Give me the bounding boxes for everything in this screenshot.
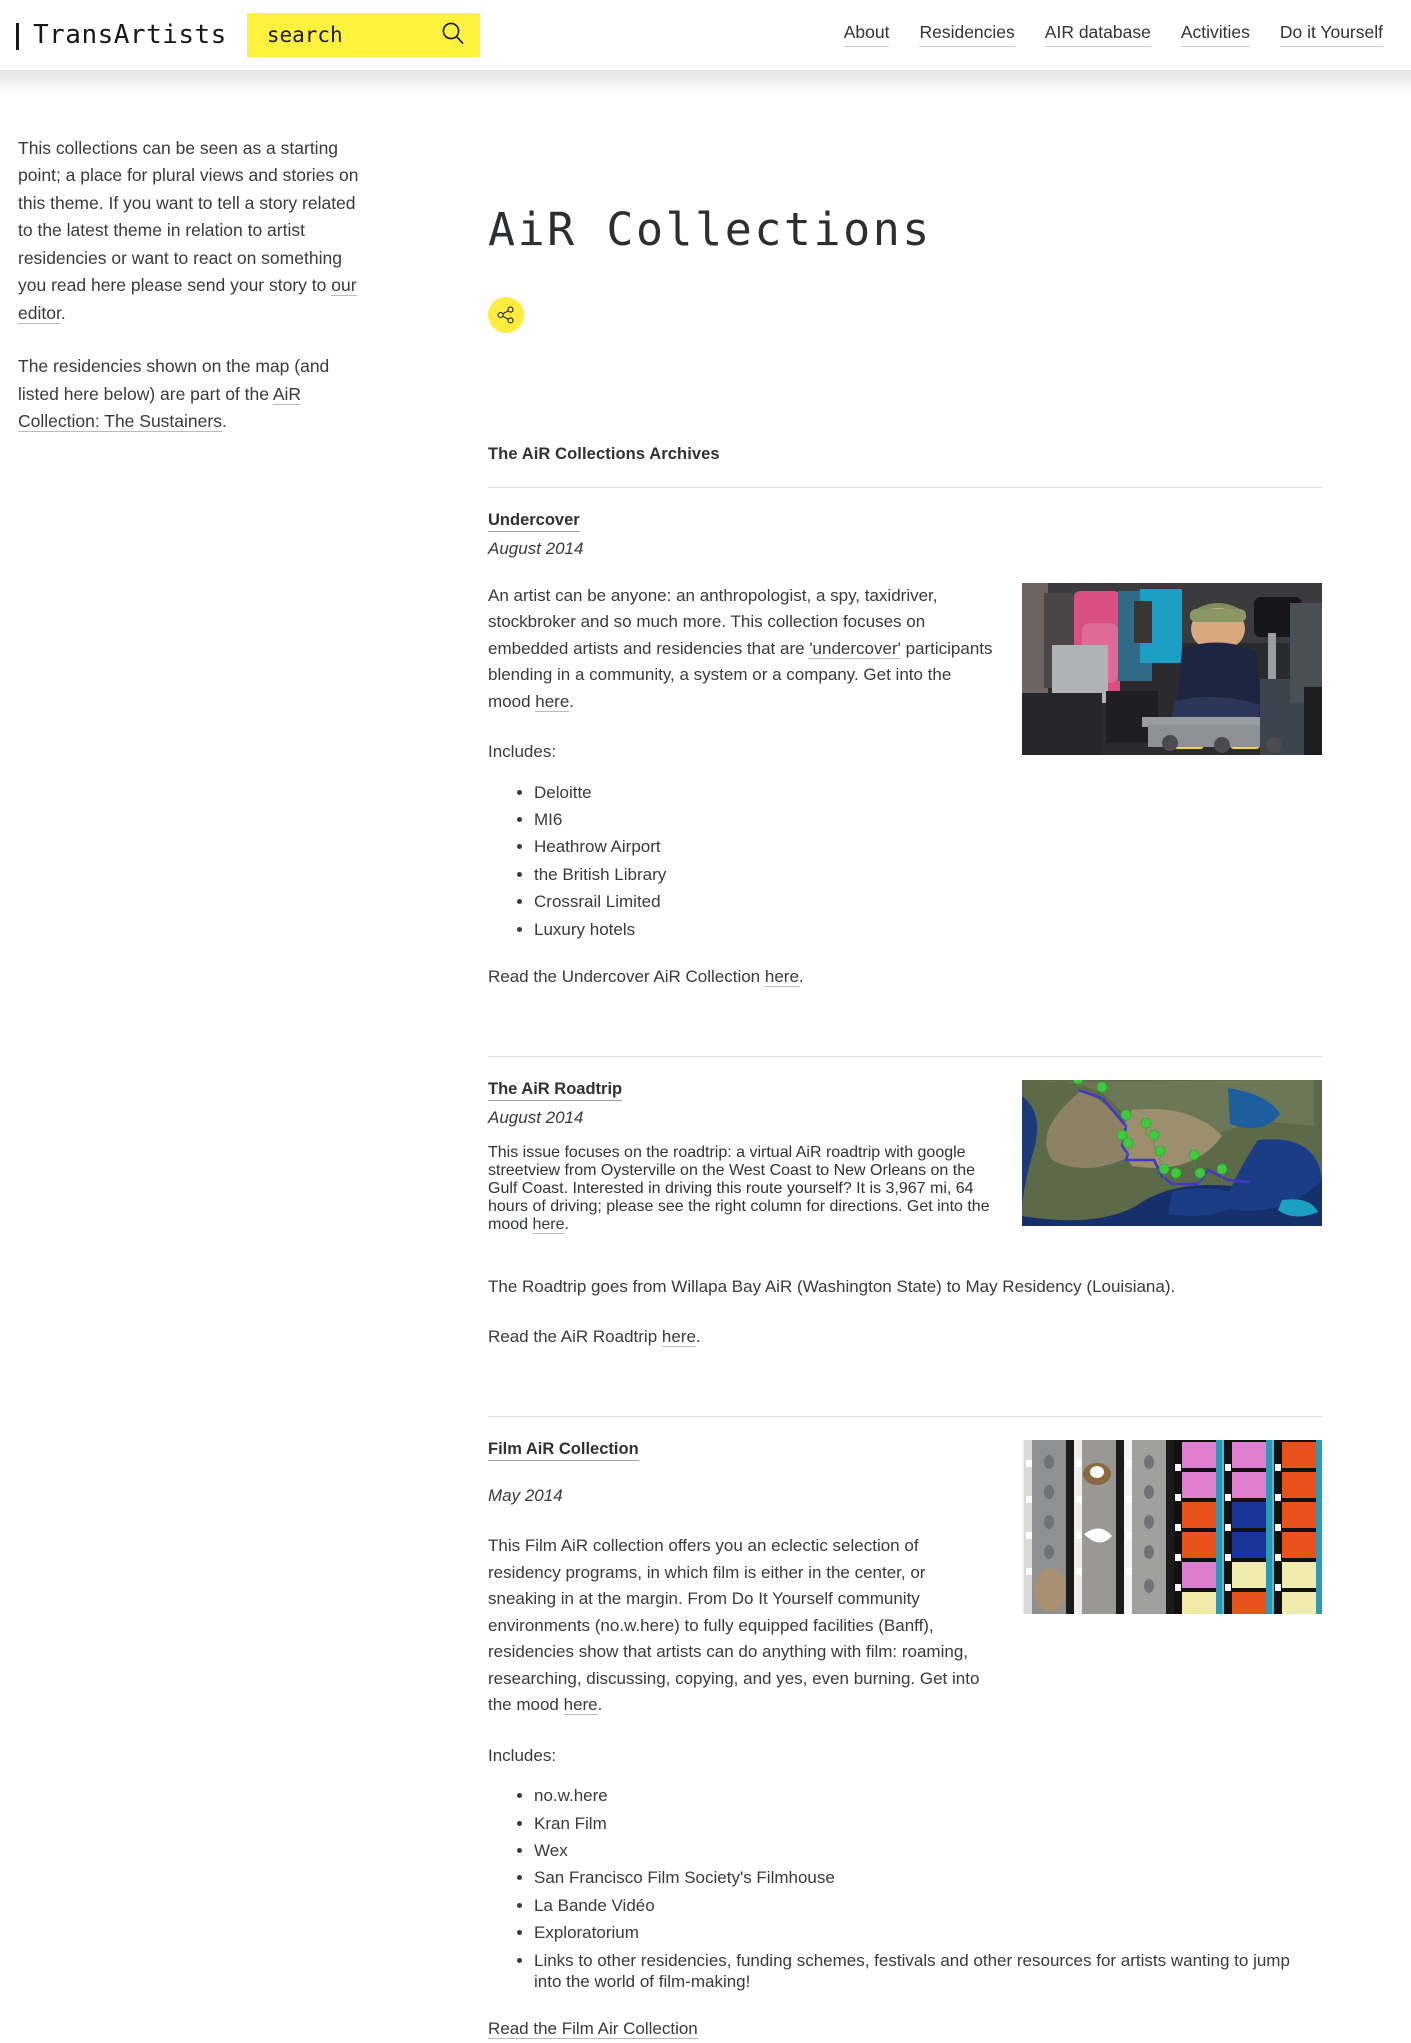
includes-label: Includes: xyxy=(488,1745,557,1765)
list-item: Exploratorium xyxy=(534,1922,1322,1943)
collection-text-continued: Includes: no.w.here Kran Film Wex San Fr… xyxy=(488,1743,1322,2043)
brand-name: TransArtists xyxy=(33,20,227,50)
collection-title-link[interactable]: The AiR Roadtrip xyxy=(488,1079,623,1101)
intro-text-2: . xyxy=(564,1215,569,1233)
collection-image-film[interactable] xyxy=(1022,1439,1322,1614)
list-item: La Bande Vidéo xyxy=(534,1895,1322,1916)
search-input[interactable] xyxy=(266,23,417,47)
read-collection-link[interactable]: here xyxy=(661,1327,696,1348)
read-text: Read the Undercover AiR Collection xyxy=(488,967,765,987)
share-button[interactable] xyxy=(488,296,524,333)
read-text: Read the AiR Roadtrip xyxy=(488,1327,662,1347)
collection-body: An artist can be anyone: an anthropologi… xyxy=(488,559,1322,991)
nav-item-do-it-yourself[interactable]: Do it Yourself xyxy=(1279,23,1383,47)
collection-intro: An artist can be anyone: an anthropologi… xyxy=(488,583,996,716)
intro-text-1: This Film AiR collection offers you an e… xyxy=(488,1536,980,1715)
list-item: Kran Film xyxy=(534,1813,1322,1834)
list-item: MI6 xyxy=(534,809,996,830)
collection-header: Film AiR Collection May 2014 xyxy=(488,1439,996,1510)
read-film-collection-link[interactable]: Read the Film Air Collection xyxy=(488,2019,698,2040)
includes-label: Includes: xyxy=(488,742,557,762)
main-navigation: About Residencies AIR database Activitie… xyxy=(843,23,1393,47)
collection-image-undercover[interactable] xyxy=(1022,582,1322,755)
nav-item-air-database[interactable]: AIR database xyxy=(1044,23,1151,47)
collection-read-line: Read the Undercover AiR Collection here. xyxy=(488,964,996,991)
collection-text-continued: The Roadtrip goes from Willapa Bay AiR (… xyxy=(488,1274,1322,1351)
vertical-bar-icon xyxy=(16,22,19,50)
header-shadow xyxy=(0,70,1411,93)
page-title: AiR Collections xyxy=(488,203,932,256)
sidebar-intro-text: This collections can be seen as a starti… xyxy=(18,138,359,296)
list-item: Deloitte xyxy=(534,782,996,803)
sidebar-intro-text-tail: . xyxy=(60,302,66,323)
sidebar-map-text-tail: . xyxy=(221,411,227,432)
search-icon[interactable] xyxy=(440,20,466,51)
archives-heading: The AiR Collections Archives xyxy=(488,444,720,463)
mood-here-link[interactable]: here xyxy=(532,1215,565,1234)
list-item: San Francisco Film Society's Filmhouse xyxy=(534,1867,1322,1888)
collection-header: Undercover August 2014 xyxy=(488,510,1322,559)
list-item: no.w.here xyxy=(534,1785,1322,1806)
list-item: Heathrow Airport xyxy=(534,836,996,857)
header-inner: TransArtists About Residencies AIR datab… xyxy=(0,0,1411,70)
collection-text: An artist can be anyone: an anthropologi… xyxy=(488,559,1010,991)
collection-intro: This Film AiR collection offers you an e… xyxy=(488,1533,996,1719)
includes-list: no.w.here Kran Film Wex San Francisco Fi… xyxy=(488,1785,1322,1992)
list-item: Links to other residencies, funding sche… xyxy=(534,1950,1322,1993)
collection-air-roadtrip: The AiR Roadtrip August 2014 This issue … xyxy=(488,1057,1322,1417)
mood-here-link[interactable]: here xyxy=(535,691,570,712)
sidebar: This collections can be seen as a starti… xyxy=(0,93,420,436)
undercover-term-link[interactable]: 'undercover' xyxy=(809,638,901,659)
share-icon xyxy=(497,306,514,323)
list-item: Luxury hotels xyxy=(534,919,996,940)
nav-item-residencies[interactable]: Residencies xyxy=(919,23,1015,47)
collection-text: The AiR Roadtrip August 2014 This issue … xyxy=(488,1079,1010,1250)
intro-text-2: . xyxy=(597,1695,603,1715)
collection-title-link[interactable]: Undercover xyxy=(488,510,580,532)
collection-date: August 2014 xyxy=(488,538,584,558)
collection-body: The AiR Roadtrip August 2014 This issue … xyxy=(488,1079,1322,1250)
list-item: Crossrail Limited xyxy=(534,891,996,912)
nav-item-about[interactable]: About xyxy=(843,23,890,47)
collection-body: Film AiR Collection May 2014 This Film A… xyxy=(488,1439,1322,1719)
list-item: Wex xyxy=(534,1840,1322,1861)
sidebar-paragraph-map: The residencies shown on the map (and li… xyxy=(18,353,362,435)
collection-date: May 2014 xyxy=(488,1485,563,1505)
collection-read-line: Read the AiR Roadtrip here. xyxy=(488,1324,1322,1351)
collection-read-line: Read the Film Air Collection xyxy=(488,2016,1322,2043)
collection-intro: This issue focuses on the roadtrip: a vi… xyxy=(488,1144,996,1234)
search-box[interactable] xyxy=(246,13,480,57)
main-content: AiR Collections The AiR Collections Arch… xyxy=(420,93,1340,2043)
collection-text: Film AiR Collection May 2014 This Film A… xyxy=(488,1439,1010,1719)
sidebar-paragraph-intro: This collections can be seen as a starti… xyxy=(18,135,362,327)
collection-header: The AiR Roadtrip August 2014 xyxy=(488,1079,996,1128)
nav-item-activities[interactable]: Activities xyxy=(1180,23,1250,47)
collection-undercover: Undercover August 2014 An artist can be … xyxy=(488,488,1322,1057)
site-header: TransArtists About Residencies AIR datab… xyxy=(0,0,1411,93)
collection-title-link[interactable]: Film AiR Collection xyxy=(488,1439,639,1461)
site-logo[interactable]: TransArtists xyxy=(16,20,227,50)
roadtrip-note: The Roadtrip goes from Willapa Bay AiR (… xyxy=(488,1276,1176,1296)
collection-film-air: Film AiR Collection May 2014 This Film A… xyxy=(488,1417,1322,2043)
list-item: the British Library xyxy=(534,864,996,885)
includes-list: Deloitte MI6 Heathrow Airport the Britis… xyxy=(488,782,996,940)
collection-date: August 2014 xyxy=(488,1107,584,1127)
read-text-tail: . xyxy=(798,967,804,987)
page-body: This collections can be seen as a starti… xyxy=(0,93,1411,2043)
intro-text-3: . xyxy=(569,691,575,711)
mood-here-link[interactable]: here xyxy=(563,1695,598,1716)
collection-image-roadtrip[interactable] xyxy=(1022,1079,1322,1226)
read-text-tail: . xyxy=(695,1327,701,1347)
read-collection-link[interactable]: here xyxy=(764,967,799,988)
